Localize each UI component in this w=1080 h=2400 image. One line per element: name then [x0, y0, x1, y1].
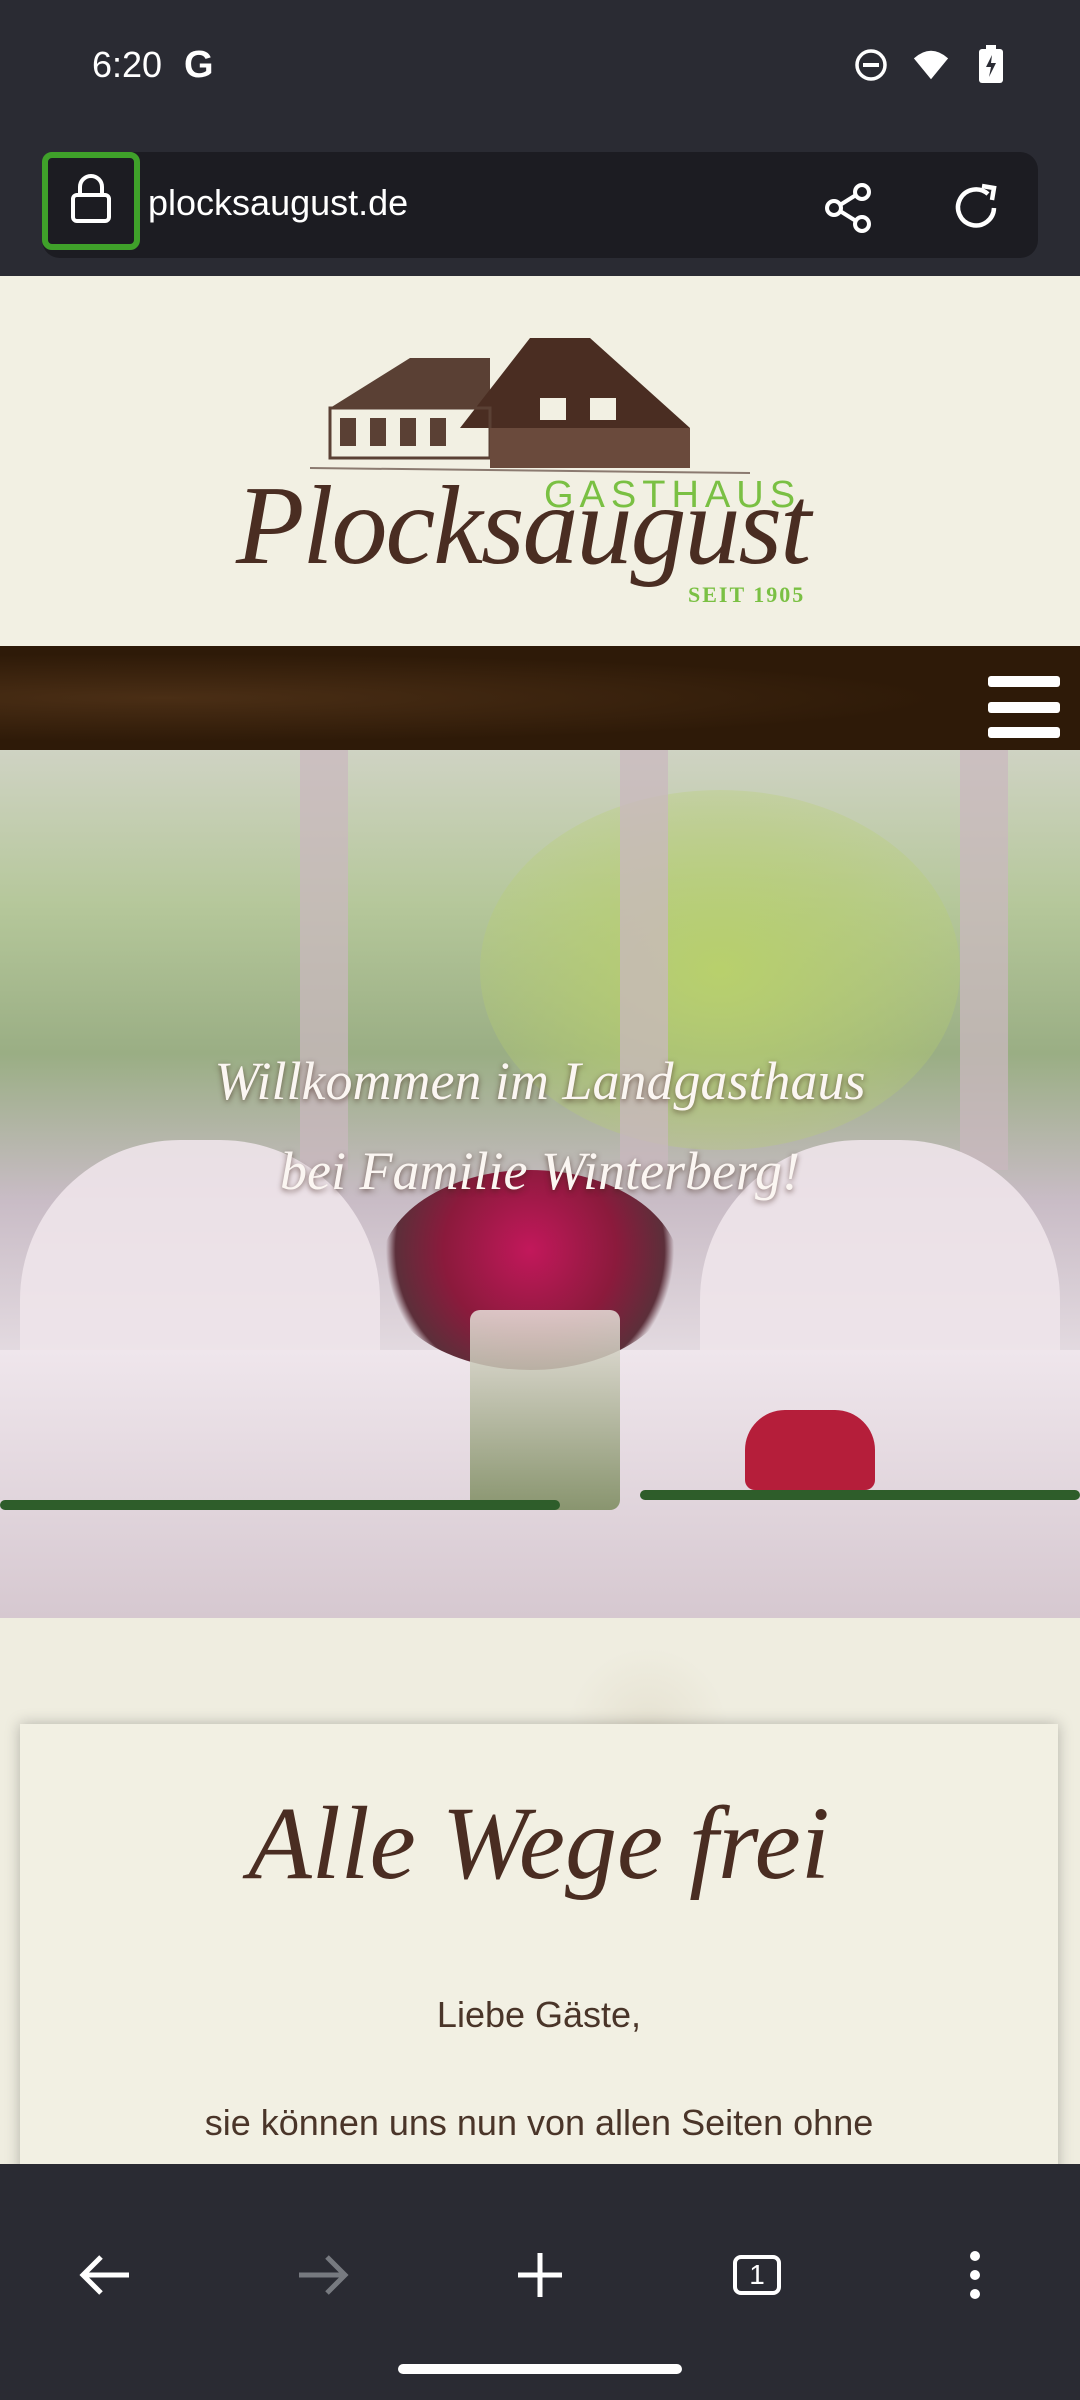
tab-count: 1	[733, 2255, 781, 2295]
do-not-disturb-icon	[852, 46, 890, 84]
hamburger-menu-icon[interactable]	[988, 676, 1060, 738]
google-icon: G	[184, 44, 214, 86]
news-title: Alle Wege frei	[248, 1786, 830, 1901]
logo-since: SEIT 1905	[688, 582, 806, 607]
home-indicator[interactable]	[398, 2364, 682, 2374]
hero-headline-line1: Willkommen im Landgasthaus	[214, 1051, 866, 1111]
lock-icon	[69, 173, 113, 229]
news-greeting: Liebe Gäste,	[436, 1994, 642, 2035]
tabs-icon[interactable]: 1	[722, 2240, 792, 2310]
back-icon[interactable]	[70, 2240, 140, 2310]
reload-icon[interactable]	[946, 178, 1006, 238]
status-bar: 6:20 G	[0, 0, 1080, 140]
news-body: sie können uns nun von allen Seiten ohne…	[204, 2102, 874, 2143]
site-header: GASTHAUS Plocksaugust SEIT 1905	[0, 276, 1080, 646]
url-text[interactable]: plocksaugust.de	[148, 182, 408, 224]
lock-button[interactable]	[42, 152, 140, 250]
house-drawing-logo	[309, 338, 751, 474]
site-nav-bar	[0, 646, 1080, 750]
logo-name: Plocksaugust	[236, 464, 811, 588]
hero-headline-line2: bei Familie Winterberg!	[280, 1141, 800, 1201]
status-icons	[852, 45, 1010, 84]
web-page: GASTHAUS Plocksaugust SEIT 1905 Willkomm…	[0, 276, 1080, 2164]
more-options-icon[interactable]	[940, 2240, 1010, 2310]
battery-icon	[972, 45, 1010, 84]
share-icon[interactable]	[820, 180, 876, 236]
forward-icon[interactable]	[288, 2240, 358, 2310]
wifi-icon	[912, 46, 950, 84]
status-time: 6:20	[92, 44, 163, 85]
news-card: Alle Wege frei Liebe Gäste, sie können u…	[20, 1724, 1058, 2164]
new-tab-icon[interactable]	[505, 2240, 575, 2310]
hero-image: Willkommen im Landgasthaus bei Familie W…	[0, 750, 1080, 1618]
